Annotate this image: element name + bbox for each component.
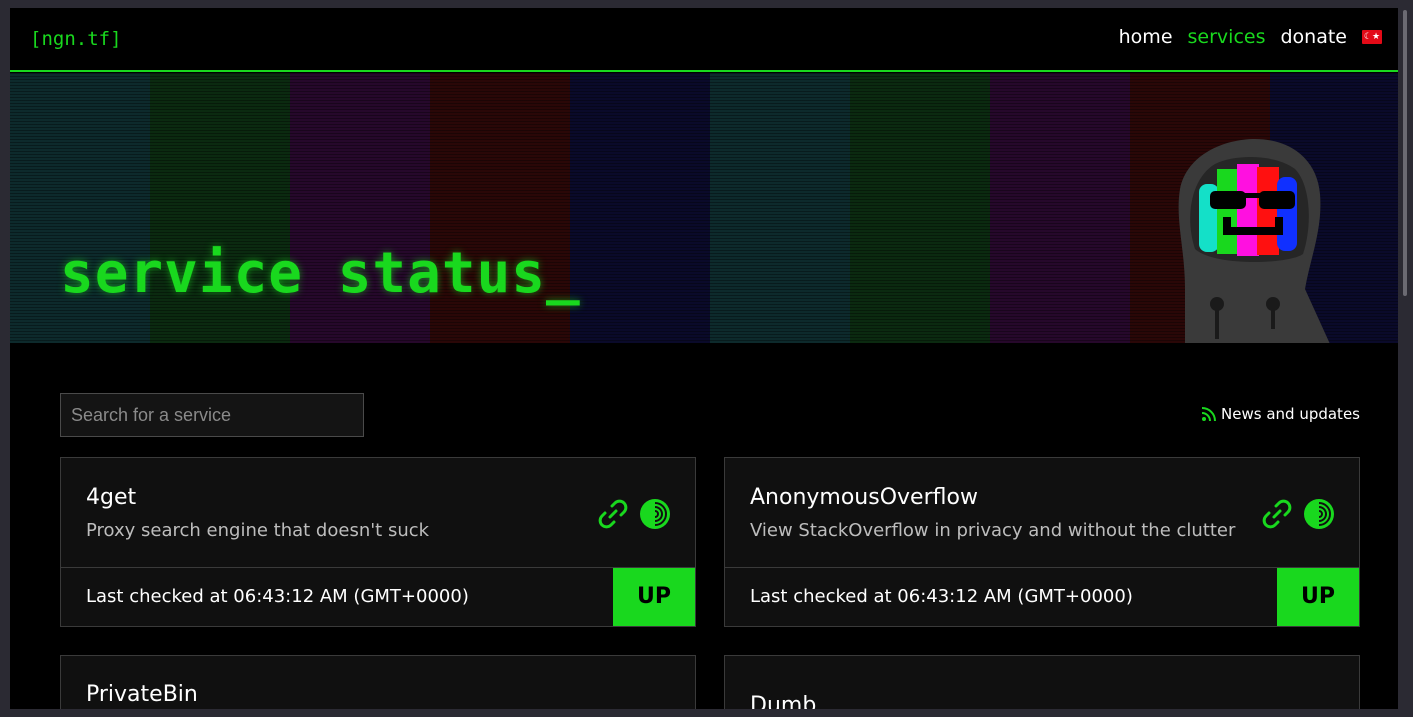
- page-viewport: [ngn.tf] home services donate ☾★ service…: [10, 8, 1398, 709]
- service-card: PrivateBin: [60, 655, 696, 709]
- last-checked-text: Last checked at 06:43:12 AM (GMT+0000): [86, 586, 469, 607]
- news-link[interactable]: News and updates: [1201, 405, 1360, 423]
- hooded-mascot-icon: [1178, 139, 1330, 343]
- nav-services[interactable]: services: [1188, 26, 1266, 48]
- status-badge: UP: [613, 568, 695, 626]
- status-badge: UP: [1277, 568, 1359, 626]
- link-icon[interactable]: [597, 498, 629, 530]
- scrollbar[interactable]: [1398, 8, 1413, 709]
- site-logo[interactable]: [ngn.tf]: [30, 28, 122, 50]
- news-label: News and updates: [1221, 405, 1360, 423]
- nav-donate[interactable]: donate: [1280, 26, 1347, 48]
- tor-onion-icon[interactable]: [639, 498, 671, 530]
- service-name: Dumb: [750, 693, 817, 709]
- service-card: Dumb: [724, 655, 1360, 709]
- service-name: AnonymousOverflow: [750, 485, 978, 510]
- hero-banner: service status_: [10, 73, 1398, 343]
- tor-onion-icon[interactable]: [1303, 498, 1335, 530]
- service-name: PrivateBin: [86, 682, 198, 707]
- nav-home[interactable]: home: [1119, 26, 1173, 48]
- service-card: AnonymousOverflow View StackOverflow in …: [724, 457, 1360, 627]
- service-description: View StackOverflow in privacy and withou…: [750, 520, 1236, 541]
- rss-icon: [1201, 407, 1217, 422]
- service-name: 4get: [86, 485, 137, 510]
- site-header: [ngn.tf] home services donate ☾★: [10, 8, 1398, 72]
- last-checked-text: Last checked at 06:43:12 AM (GMT+0000): [750, 586, 1133, 607]
- search-input[interactable]: [60, 393, 364, 437]
- scrollbar-thumb[interactable]: [1403, 10, 1407, 296]
- page-title: service status_: [60, 241, 581, 306]
- service-description: Proxy search engine that doesn't suck: [86, 520, 430, 541]
- main-nav: home services donate ☾★: [1119, 26, 1382, 48]
- service-card: 4get Proxy search engine that doesn't su…: [60, 457, 696, 627]
- link-icon[interactable]: [1261, 498, 1293, 530]
- turkey-flag-icon[interactable]: ☾★: [1362, 30, 1382, 44]
